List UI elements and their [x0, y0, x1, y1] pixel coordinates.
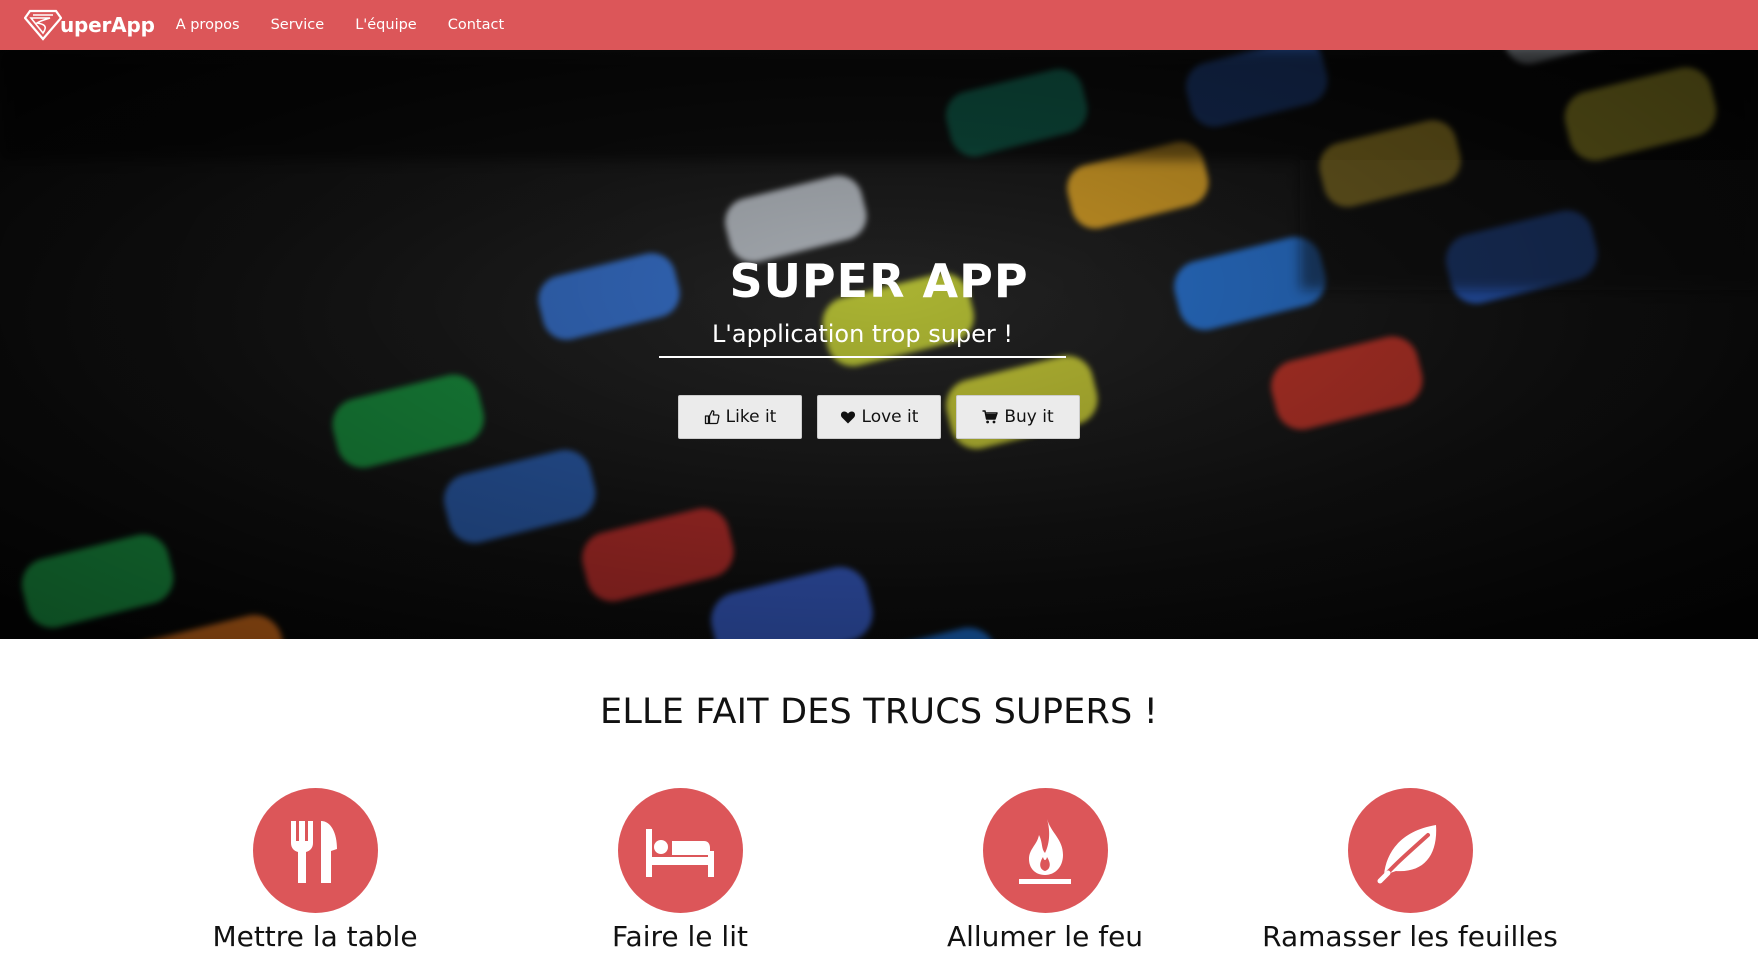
cart-icon [982, 410, 999, 424]
feature-item-leaf: Ramasser les feuilles [1250, 788, 1570, 953]
fire-icon [1019, 818, 1071, 884]
cutlery-icon [291, 820, 337, 883]
main-nav: A propos Service L'équipe Contact [176, 0, 535, 50]
superman-logo-icon [24, 9, 62, 41]
nav-link-contact[interactable]: Contact [448, 0, 504, 50]
leaf-icon [1377, 824, 1437, 883]
feature-title: Faire le lit [612, 920, 748, 953]
navbar: uperApp A propos Service L'équipe Contac… [0, 0, 1758, 50]
brand-name: uperApp [60, 13, 155, 37]
thumbs-up-icon [704, 410, 720, 425]
hero-subtitle: L'application trop super ! [659, 320, 1066, 358]
buy-button-label: Buy it [1004, 407, 1054, 427]
features-heading: ELLE FAIT DES TRUCS SUPERS ! [600, 692, 1158, 732]
love-button-label: Love it [861, 407, 919, 427]
nav-link-service[interactable]: Service [271, 0, 325, 50]
feature-title: Allumer le feu [946, 920, 1144, 953]
feature-title: Mettre la table [212, 920, 418, 953]
feature-item-fire: Allumer le feu [885, 788, 1205, 953]
feature-item-bed: Faire le lit [520, 788, 840, 953]
nav-link-a-propos[interactable]: A propos [176, 0, 240, 50]
nav-link-equipe[interactable]: L'équipe [355, 0, 417, 50]
buy-button[interactable]: Buy it [956, 395, 1080, 439]
feature-icon-circle [982, 788, 1108, 913]
feature-title: Ramasser les feuilles [1262, 920, 1558, 953]
feature-icon-circle [617, 788, 743, 913]
bed-icon [646, 828, 714, 877]
heart-icon [840, 411, 855, 424]
love-button[interactable]: Love it [817, 395, 941, 439]
hero-button-group: Like it Love it Buy it [0, 395, 1758, 439]
feature-icon-circle [252, 788, 378, 913]
like-button[interactable]: Like it [678, 395, 802, 439]
brand-link[interactable]: uperApp [24, 9, 155, 41]
hero-section: SUPER APP L'application trop super ! Lik… [0, 50, 1758, 639]
like-button-label: Like it [725, 407, 777, 427]
hero-title: SUPER APP [729, 254, 1029, 308]
feature-item-table: Mettre la table [155, 788, 475, 953]
feature-icon-circle [1347, 788, 1473, 913]
